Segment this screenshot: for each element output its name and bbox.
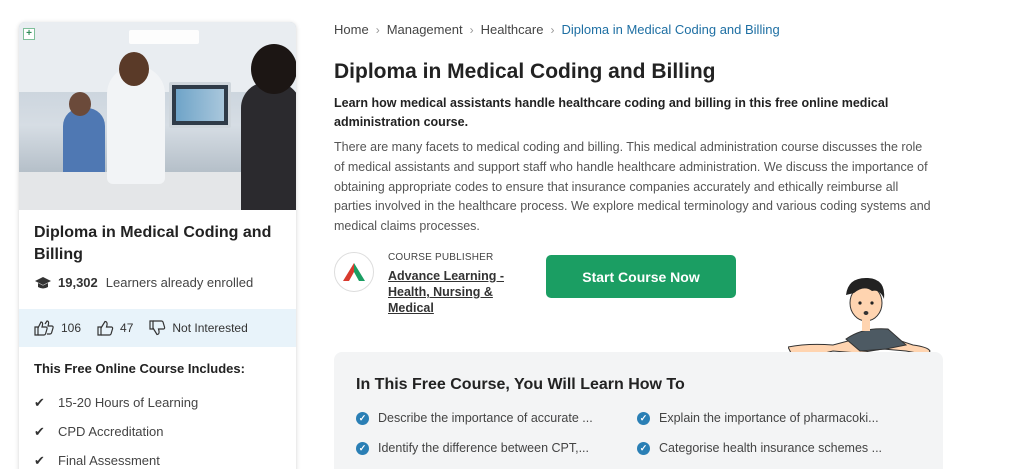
publisher-link[interactable]: Advance Learning - Health, Nursing & Med… [388,268,518,316]
breadcrumb-current[interactable]: Diploma in Medical Coding and Billing [561,22,779,37]
learning-outcomes-title: In This Free Course, You Will Learn How … [356,376,685,393]
breadcrumb-management[interactable]: Management [387,22,463,37]
list-item: ✔ Final Assessment [34,452,160,469]
includes-list: ✔ 15-20 Hours of Learning ✔ CPD Accreditat… [34,388,198,469]
like-button[interactable]: 47 [97,320,133,336]
enrolled-label: Learners already enrolled [105,275,254,290]
page-title: Diploma in Medical Coding and Billing [334,60,716,83]
check-icon: ✔ [34,423,45,439]
breadcrumb-home[interactable]: Home [334,22,369,37]
enrolled-number: 19,302 [58,275,98,290]
breadcrumb-healthcare[interactable]: Healthcare [481,22,544,37]
check-circle-icon: ✓ [637,411,650,425]
learning-outcome-item: ✓ Identify the difference between CPT,..… [356,441,589,455]
course-description: There are many facets to medical coding … [334,140,931,234]
chevron-right-icon: › [550,22,555,37]
check-circle-icon: ✓ [356,411,369,425]
thumbs-down-icon [149,320,166,336]
double-like-button[interactable]: 106 [33,320,81,336]
publisher-logo[interactable] [334,252,374,292]
list-item: ✔ 15-20 Hours of Learning [34,394,199,411]
double-like-count: 106 [61,321,82,335]
course-lead: Learn how medical assistants handle heal… [334,96,889,129]
course-image: + [19,22,296,210]
graduation-cap-icon [35,276,51,288]
chevron-right-icon: › [469,22,474,37]
learning-outcomes-box: In This Free Course, You Will Learn How … [334,352,943,469]
reactions-bar: 106 47 Not Interested [19,309,296,347]
like-count: 47 [120,321,134,335]
includes-heading: This Free Online Course Includes: [34,361,245,376]
check-icon: ✔ [34,452,45,468]
course-publisher: COURSE PUBLISHER Advance Learning - Heal… [334,252,518,316]
chevron-right-icon: › [375,22,380,37]
not-interested-label: Not Interested [172,321,248,335]
learning-outcome-item: ✓ Explain the importance of pharmacoki..… [637,411,879,425]
check-circle-icon: ✓ [356,441,369,455]
thumbs-up-icon [97,320,114,336]
learning-outcome-item: ✓ Categorise health insurance schemes ..… [637,441,882,455]
check-icon: ✔ [34,394,45,410]
learning-outcome-item: ✓ Describe the importance of accurate ..… [356,411,593,425]
start-course-button[interactable]: Start Course Now [546,255,736,298]
enrolled-count: 19,302 Learners already enrolled [34,275,253,290]
check-circle-icon: ✓ [637,441,650,455]
medical-cross-icon: + [23,28,35,40]
course-card: + Diploma in Medical Coding and Billing … [19,22,296,469]
list-item: ✔ CPD Accreditation [34,423,164,440]
not-interested-button[interactable]: Not Interested [149,320,248,336]
card-course-title: Diploma in Medical Coding and Billing [34,224,272,263]
double-thumbs-up-icon [34,320,54,336]
publisher-label: COURSE PUBLISHER [388,252,494,263]
breadcrumb: Home › Management › Healthcare › Diploma… [334,22,780,37]
publisher-logo-icon [343,263,365,281]
